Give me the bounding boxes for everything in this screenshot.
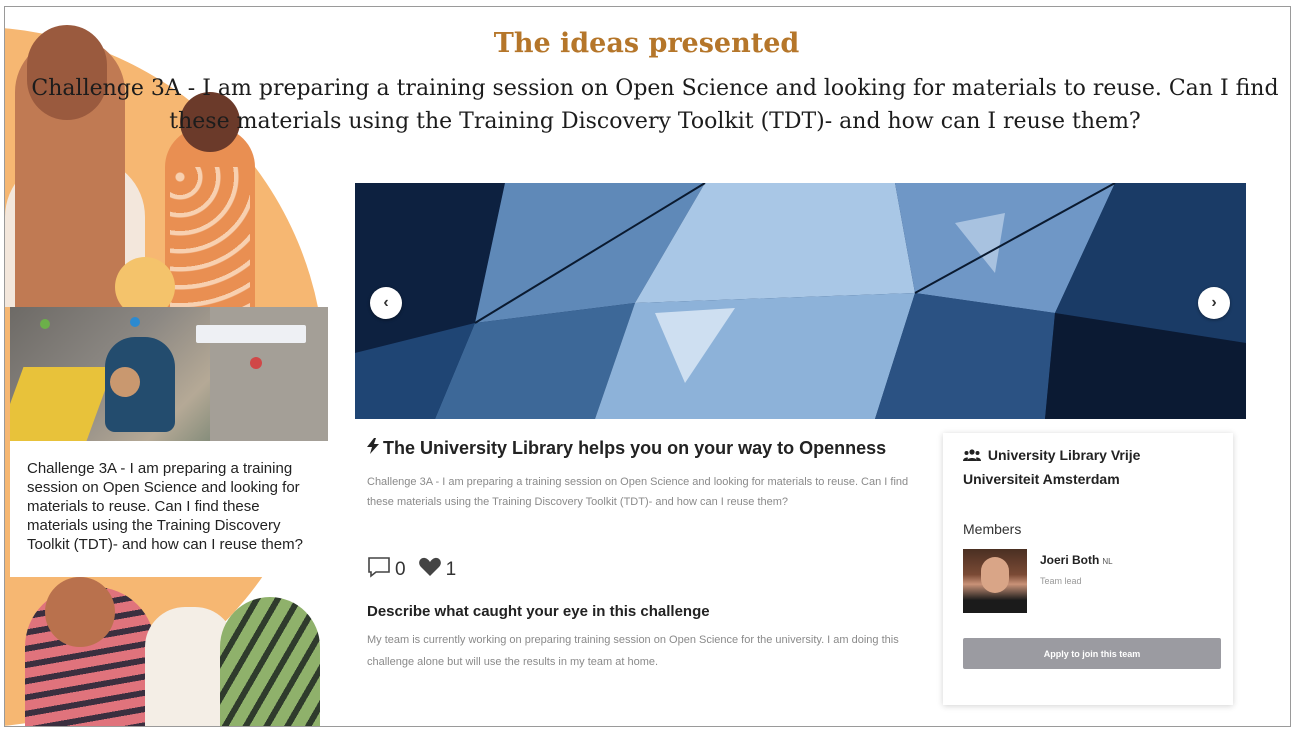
team-icon: [963, 447, 988, 463]
eye-catch-heading: Describe what caught your eye in this ch…: [367, 603, 710, 620]
heart-icon[interactable]: [418, 556, 442, 584]
eye-catch-text: My team is currently working on preparin…: [367, 634, 899, 668]
likes-count: 1: [445, 559, 457, 580]
idea-stats: 0 1: [367, 556, 468, 584]
idea-title-text: The University Library helps you on your…: [383, 438, 887, 458]
team-panel: University Library Vrije Universiteit Am…: [943, 433, 1233, 705]
member-country: NL: [1102, 557, 1113, 566]
bolt-icon: [367, 438, 379, 459]
carousel-image: [355, 183, 1246, 419]
chevron-left-icon: ‹: [383, 294, 389, 311]
comment-icon[interactable]: [367, 556, 391, 584]
team-name: University Library Vrije Universiteit Am…: [963, 443, 1213, 491]
carousel-prev-button[interactable]: ‹: [370, 287, 402, 319]
carousel-next-button[interactable]: ›: [1198, 287, 1230, 319]
avatar[interactable]: [963, 549, 1027, 613]
slide-subtitle: Challenge 3A - I am preparing a training…: [31, 76, 1279, 134]
team-name-text: University Library Vrije Universiteit Am…: [963, 447, 1141, 487]
idea-carousel: ‹ ›: [355, 183, 1246, 419]
chevron-right-icon: ›: [1211, 294, 1217, 311]
member-role: Team lead: [1040, 576, 1082, 586]
member-name-text: Joeri Both: [1040, 553, 1100, 567]
apply-to-join-button[interactable]: Apply to join this team: [963, 638, 1221, 669]
members-heading: Members: [963, 521, 1022, 537]
member-name[interactable]: Joeri Both NL: [1040, 553, 1113, 567]
challenge-card[interactable]: Challenge 3A - I am preparing a training…: [10, 307, 328, 577]
idea-description: Challenge 3A - I am preparing a training…: [367, 476, 909, 508]
idea-title: The University Library helps you on your…: [367, 438, 927, 459]
challenge-card-image: [10, 307, 328, 441]
slide-title: The ideas presented: [493, 28, 800, 59]
challenge-card-text: Challenge 3A - I am preparing a training…: [27, 460, 303, 553]
partner-logos: [196, 325, 306, 343]
comments-count: 0: [395, 559, 406, 580]
